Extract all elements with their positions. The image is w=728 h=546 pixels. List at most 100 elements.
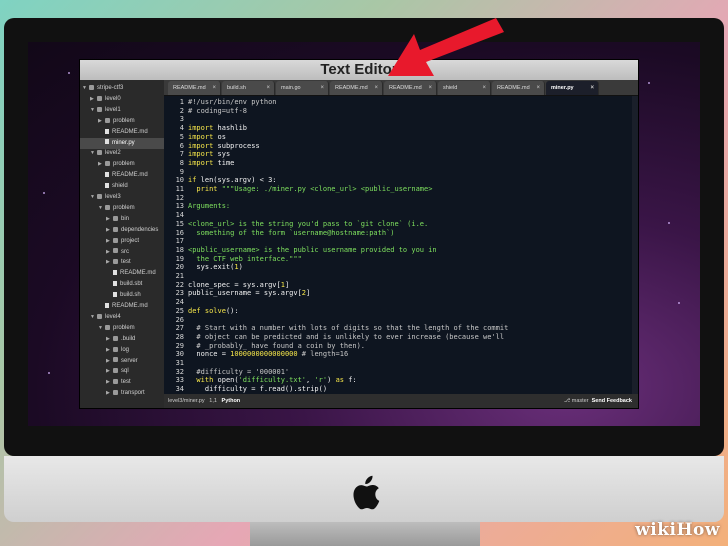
disclosure-closed-icon[interactable]: ▶ — [106, 366, 112, 377]
code-line: 12 — [164, 194, 630, 203]
vertical-scrollbar[interactable] — [632, 96, 638, 394]
close-tab-icon[interactable]: × — [266, 81, 270, 95]
line-number: 29 — [175, 341, 184, 350]
disclosure-closed-icon[interactable]: ▶ — [106, 214, 112, 225]
line-number: 2 — [179, 106, 184, 115]
line-number: 18 — [175, 245, 184, 254]
tree-folder[interactable]: ▼ level4 — [80, 312, 164, 323]
tree-folder[interactable]: ▶ transport — [80, 388, 164, 399]
code-line: 8 import time — [164, 159, 630, 168]
line-text: clone_spec = sys.argv[1] — [188, 281, 289, 290]
line-number: 33 — [175, 376, 184, 385]
file-tree-sidebar[interactable]: ▼ stripe-ctf3 ▶ level0 ▼ level1 ▶ problem README… — [80, 80, 164, 408]
disclosure-closed-icon[interactable]: ▶ — [98, 116, 104, 127]
editor-tab[interactable]: miner.py × — [546, 81, 599, 95]
disclosure-open-icon[interactable]: ▼ — [90, 192, 96, 203]
tree-folder[interactable]: ▼ level3 — [80, 192, 164, 203]
line-number: 23 — [175, 289, 184, 298]
disclosure-open-icon[interactable]: ▼ — [82, 83, 88, 94]
disclosure-closed-icon[interactable]: ▶ — [106, 356, 112, 367]
tree-file[interactable]: build.sh — [80, 290, 164, 301]
token-keyword: def — [188, 306, 201, 315]
status-language[interactable]: Python — [222, 398, 241, 404]
tree-folder[interactable]: ▶ test — [80, 257, 164, 268]
token-normal: sys — [213, 150, 231, 159]
tree-folder[interactable]: ▶ sql — [80, 366, 164, 377]
disclosure-closed-icon[interactable]: ▶ — [106, 345, 112, 356]
code-line: 15 <clone_url> is the string you'd pass t… — [164, 220, 630, 229]
tree-folder[interactable]: ▶ dependencies — [80, 225, 164, 236]
disclosure-closed-icon[interactable]: ▶ — [106, 257, 112, 268]
tab-label: build.sh — [227, 85, 246, 91]
tree-folder[interactable]: ▶ test — [80, 377, 164, 388]
folder-icon — [113, 237, 118, 243]
tree-item-label: stripe-ctf3 — [97, 85, 124, 91]
close-tab-icon[interactable]: × — [374, 81, 378, 95]
tree-folder[interactable]: ▶ .build — [80, 334, 164, 345]
status-bar: level3/miner.py 1,1 Python ⎇ master Send… — [164, 394, 638, 408]
disclosure-closed-icon[interactable]: ▶ — [106, 247, 112, 258]
tree-folder[interactable]: ▼ level2 — [80, 148, 164, 159]
folder-icon — [113, 226, 118, 232]
tree-folder[interactable]: ▼ level1 — [80, 105, 164, 116]
tree-file[interactable]: README.md — [80, 127, 164, 138]
disclosure-closed-icon[interactable]: ▶ — [106, 388, 112, 399]
disclosure-open-icon[interactable]: ▼ — [90, 105, 96, 116]
code-line: 17 — [164, 237, 630, 246]
code-line: 26 — [164, 316, 630, 325]
code-line: 28 # object can be predicted and is unli… — [164, 333, 630, 342]
tree-folder[interactable]: ▶ level0 — [80, 94, 164, 105]
tree-folder[interactable]: ▼ problem — [80, 323, 164, 334]
tree-file[interactable]: README.md — [80, 170, 164, 181]
disclosure-closed-icon[interactable]: ▶ — [106, 225, 112, 236]
tree-folder[interactable]: ▶ bin — [80, 214, 164, 225]
folder-icon — [113, 357, 118, 363]
tree-file[interactable]: build.sbt — [80, 279, 164, 290]
close-tab-icon[interactable]: × — [536, 81, 540, 95]
tree-folder[interactable]: ▼ stripe-ctf3 — [80, 83, 164, 94]
disclosure-open-icon[interactable]: ▼ — [98, 203, 104, 214]
line-text: sys.exit(1) — [188, 263, 242, 272]
tree-folder[interactable]: ▶ problem — [80, 116, 164, 127]
line-number: 17 — [175, 237, 184, 246]
tree-item-label: level1 — [105, 106, 121, 113]
editor-tab[interactable]: main.go × — [276, 81, 329, 95]
tab-label: README.md — [389, 85, 422, 91]
code-editor[interactable]: 1 #!/usr/bin/env python 2 # coding=utf-8 3 4 i… — [164, 96, 638, 394]
disclosure-open-icon[interactable]: ▼ — [90, 148, 96, 159]
tree-folder[interactable]: ▶ src — [80, 247, 164, 258]
line-number: 14 — [175, 211, 184, 220]
tree-file[interactable]: README.md — [80, 301, 164, 312]
tree-folder[interactable]: ▼ problem — [80, 203, 164, 214]
line-number: 32 — [175, 367, 184, 376]
disclosure-closed-icon[interactable]: ▶ — [106, 377, 112, 388]
disclosure-closed-icon[interactable]: ▶ — [90, 94, 96, 105]
tab-label: shield — [443, 85, 458, 91]
tree-file[interactable]: shield — [80, 181, 164, 192]
close-tab-icon[interactable]: × — [212, 81, 216, 95]
line-text: nonce = 1000000000000000 # length=16 — [188, 350, 348, 359]
tree-file[interactable]: README.md — [80, 268, 164, 279]
tree-folder[interactable]: ▶ server — [80, 356, 164, 367]
disclosure-open-icon[interactable]: ▼ — [98, 323, 104, 334]
editor-tab[interactable]: README.md × — [330, 81, 383, 95]
disclosure-closed-icon[interactable]: ▶ — [106, 334, 112, 345]
send-feedback-link[interactable]: Send Feedback — [592, 398, 632, 404]
tree-folder[interactable]: ▶ project — [80, 236, 164, 247]
editor-tab[interactable]: build.sh × — [222, 81, 275, 95]
disclosure-open-icon[interactable]: ▼ — [90, 312, 96, 323]
tree-folder[interactable]: ▶ problem — [80, 159, 164, 170]
folder-icon — [97, 313, 102, 319]
close-tab-icon[interactable]: × — [320, 81, 324, 95]
editor-tab[interactable]: README.md × — [168, 81, 221, 95]
tree-folder[interactable]: ▶ log — [80, 345, 164, 356]
code-line: 27 # Start with a number with lots of di… — [164, 324, 630, 333]
tree-file[interactable]: miner.py — [80, 137, 164, 149]
close-tab-icon[interactable]: × — [590, 81, 594, 95]
disclosure-closed-icon[interactable]: ▶ — [106, 236, 112, 247]
disclosure-closed-icon[interactable]: ▶ — [98, 159, 104, 170]
line-text: # object can be predicted and is unlikel… — [188, 333, 504, 342]
tree-item-label: README.md — [112, 303, 148, 309]
tree-item-label: miner.py — [112, 139, 135, 146]
status-branch[interactable]: master — [572, 398, 589, 404]
